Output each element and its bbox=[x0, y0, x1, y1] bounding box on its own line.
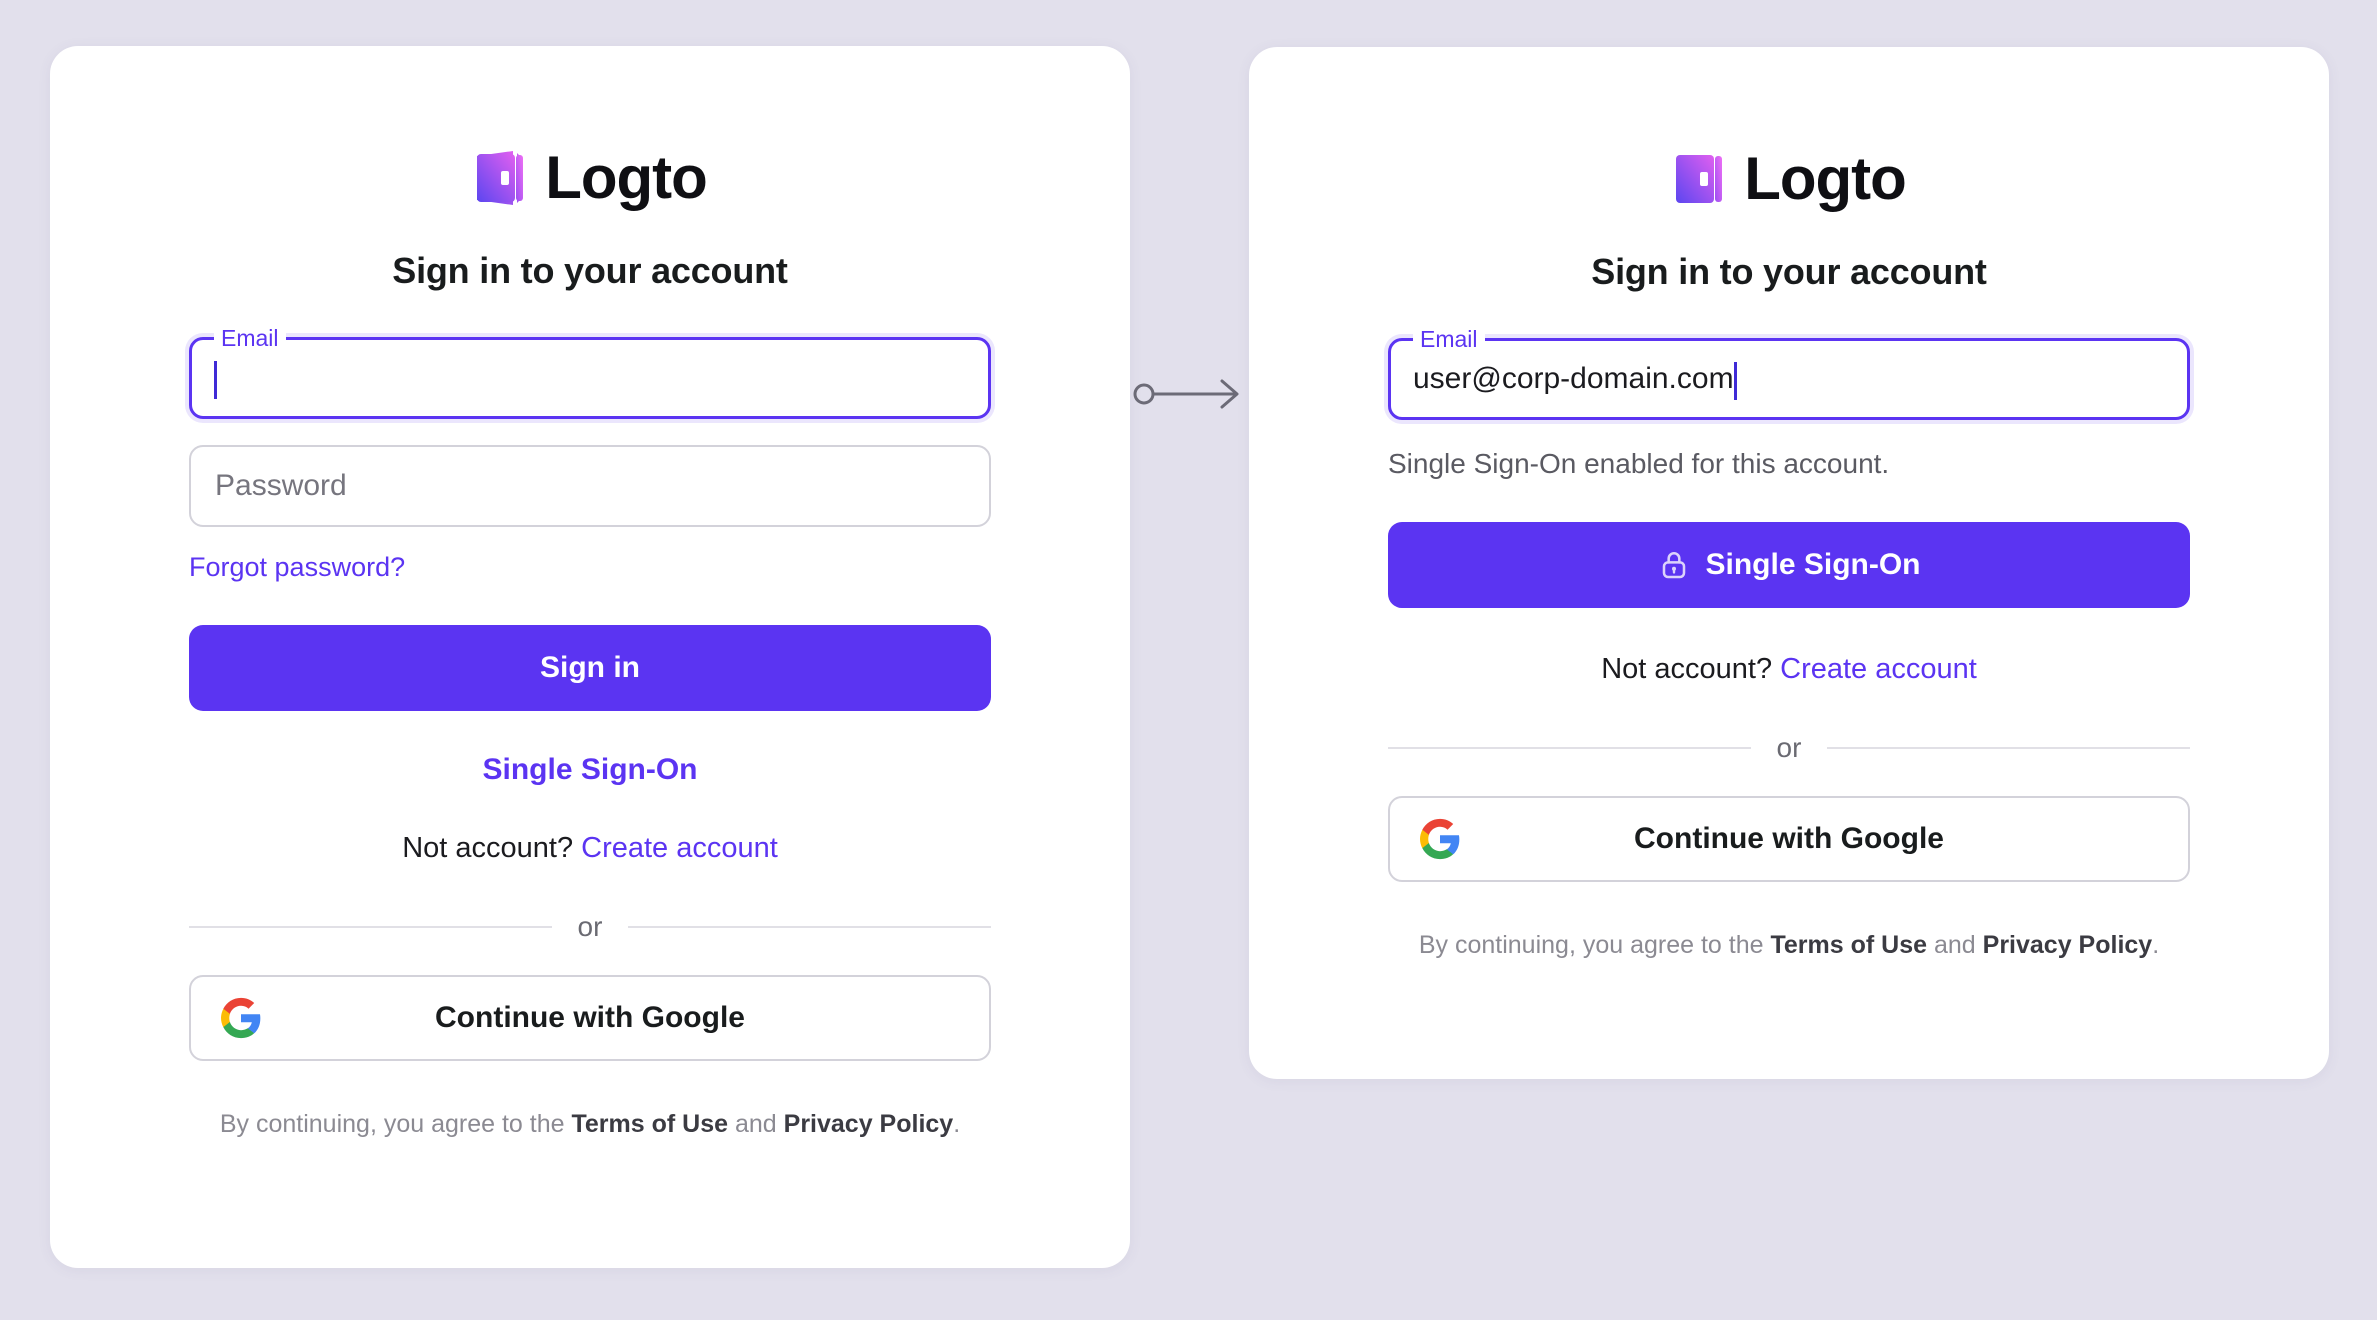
email-field-group: Email user@corp-domain.com bbox=[1388, 328, 2190, 420]
terms-conjunction: and bbox=[1933, 931, 1976, 959]
page-title: Sign in to your account bbox=[392, 250, 788, 291]
create-account-link[interactable]: Create account bbox=[1780, 653, 1977, 685]
divider-rule-left bbox=[189, 926, 552, 928]
privacy-policy-link[interactable]: Privacy Policy bbox=[1983, 931, 2153, 959]
sign-in-button-label: Sign in bbox=[540, 651, 640, 684]
sign-in-card-initial: Logto Sign in to your account Email Pass… bbox=[50, 46, 1130, 1268]
email-input[interactable]: Email user@corp-domain.com bbox=[1388, 328, 2190, 420]
create-account-row: Not account? Create account bbox=[1388, 653, 2190, 686]
create-account-row: Not account? Create account bbox=[189, 832, 991, 865]
terms-prefix: By continuing, you agree to the bbox=[1418, 931, 1764, 959]
password-input[interactable]: Password bbox=[189, 445, 991, 527]
divider-rule-left bbox=[1388, 747, 1751, 749]
sign-in-button[interactable]: Sign in bbox=[189, 625, 991, 711]
logto-door-logo-icon bbox=[473, 148, 529, 208]
sign-in-card-sso-detected: Logto Sign in to your account Email user… bbox=[1249, 47, 2329, 1079]
email-field-group: Email bbox=[189, 327, 991, 419]
sso-notice: Single Sign-On enabled for this account. bbox=[1388, 448, 1890, 479]
terms-prefix: By continuing, you agree to the bbox=[219, 1110, 565, 1138]
text-caret bbox=[214, 361, 217, 399]
continue-with-google-label: Continue with Google bbox=[435, 1001, 745, 1034]
create-account-prefix: Not account? bbox=[1601, 653, 1773, 685]
divider-label: or bbox=[577, 911, 603, 942]
brand-logo: Logto bbox=[189, 142, 991, 214]
logto-door-logo-icon bbox=[1672, 149, 1728, 209]
single-sign-on-link[interactable]: Single Sign-On bbox=[189, 753, 991, 787]
continue-with-google-button[interactable]: Continue with Google bbox=[1388, 796, 2190, 882]
terms-conjunction: and bbox=[734, 1110, 777, 1138]
or-divider: or bbox=[189, 911, 991, 943]
or-divider: or bbox=[1388, 732, 2190, 764]
single-sign-on-button-label: Single Sign-On bbox=[1705, 548, 1921, 581]
terms-of-use-link[interactable]: Terms of Use bbox=[1770, 931, 1927, 959]
password-placeholder: Password bbox=[215, 469, 347, 502]
forgot-password-link[interactable]: Forgot password? bbox=[189, 552, 991, 583]
single-sign-on-button[interactable]: Single Sign-On bbox=[1388, 522, 2190, 608]
flow-connector bbox=[1130, 372, 1250, 416]
terms-of-use-link[interactable]: Terms of Use bbox=[571, 1110, 728, 1138]
continue-with-google-label: Continue with Google bbox=[1634, 822, 1944, 855]
terms-suffix: . bbox=[2152, 931, 2160, 959]
divider-rule-right bbox=[628, 926, 991, 928]
terms-suffix: . bbox=[953, 1110, 961, 1138]
text-caret bbox=[1733, 362, 1737, 400]
divider-label: or bbox=[1776, 732, 1802, 763]
divider-rule-right bbox=[1827, 747, 2190, 749]
email-field-label: Email bbox=[1413, 328, 1485, 351]
brand-logo: Logto bbox=[1388, 143, 2190, 215]
terms-text: By continuing, you agree to the Terms of… bbox=[1388, 928, 2190, 963]
continue-with-google-button[interactable]: Continue with Google bbox=[189, 975, 991, 1061]
brand-name: Logto bbox=[1744, 145, 1907, 212]
email-field-label: Email bbox=[214, 327, 286, 350]
arrow-right-from-dot-icon bbox=[1130, 379, 1250, 420]
lock-icon bbox=[1658, 549, 1690, 581]
privacy-policy-link[interactable]: Privacy Policy bbox=[784, 1110, 954, 1138]
brand-name: Logto bbox=[545, 144, 708, 211]
create-account-prefix: Not account? bbox=[402, 832, 574, 864]
email-input-value: user@corp-domain.com bbox=[1413, 362, 1734, 395]
create-account-link[interactable]: Create account bbox=[581, 832, 778, 864]
page-title: Sign in to your account bbox=[1591, 251, 1987, 292]
email-input[interactable]: Email bbox=[189, 327, 991, 419]
terms-text: By continuing, you agree to the Terms of… bbox=[189, 1107, 991, 1142]
